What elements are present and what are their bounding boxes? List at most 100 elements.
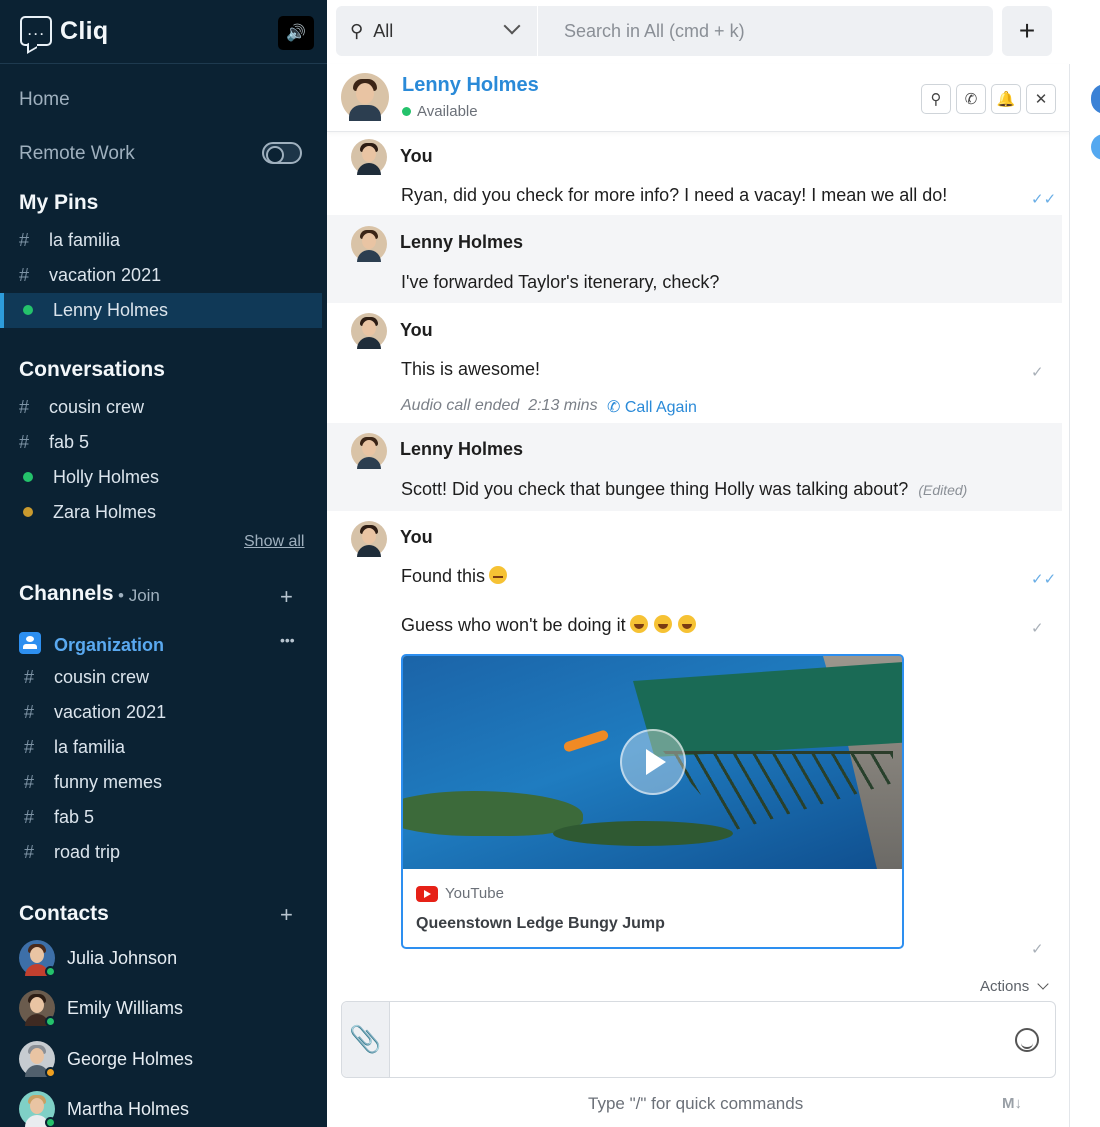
remote-work-toggle[interactable] [262, 142, 302, 164]
hash-icon: # [19, 230, 30, 250]
contact-george-holmes[interactable]: George Holmes [19, 1041, 193, 1078]
contact-emily-williams[interactable]: Emily Williams [19, 990, 183, 1027]
pin-vacation-2021[interactable]: # vacation 2021 [19, 265, 161, 286]
online-status-dot [23, 472, 33, 483]
channel-fab-5[interactable]: # fab 5 [24, 807, 94, 828]
hash-icon: # [24, 667, 35, 687]
contact-julia-johnson[interactable]: Julia Johnson [19, 940, 177, 977]
call-icon[interactable]: ✆ [956, 84, 986, 114]
hash-icon: # [19, 432, 30, 452]
chevron-down-icon [1037, 978, 1050, 990]
channel-cousin-crew[interactable]: # cousin crew [24, 667, 149, 688]
message-text[interactable]: Guess who won't be doing it [401, 615, 696, 636]
chat-panel: Lenny Holmes Available ⚲ ✆ 🔔 ✕ You Ryan,… [327, 64, 1070, 1127]
search-scope-dropdown[interactable]: ⚲ All [336, 6, 537, 56]
pin-lenny-holmes[interactable]: Lenny Holmes [19, 300, 168, 321]
phone-icon: ✆ [607, 399, 621, 416]
search-in-chat-icon[interactable]: ⚲ [921, 84, 951, 114]
avatar [351, 313, 387, 349]
sidebar-item-home[interactable]: Home [19, 89, 70, 111]
call-again-button[interactable]: ✆ Call Again [607, 397, 697, 417]
hash-icon: # [24, 737, 35, 757]
message-text[interactable]: I've forwarded Taylor's itenerary, check… [401, 272, 719, 293]
conversation-holly-holmes[interactable]: Holly Holmes [19, 467, 159, 488]
neutral-face-emoji-icon [489, 566, 508, 584]
channel-road-trip[interactable]: # road trip [24, 842, 120, 863]
close-icon[interactable]: ✕ [1026, 84, 1056, 114]
section-contacts: Contacts [19, 902, 109, 925]
organization-item[interactable]: Organization [19, 632, 164, 656]
sent-receipt-icon: ✓ [1031, 941, 1044, 958]
conversation-cousin-crew[interactable]: # cousin crew [19, 397, 144, 418]
chevron-down-icon [503, 17, 521, 35]
hash-icon: # [24, 807, 35, 827]
speaker-icon[interactable]: 🔊 [278, 16, 314, 50]
app-logo[interactable]: ··· Cliq [20, 16, 108, 46]
message-author: You [400, 146, 433, 166]
read-receipt-icon: ✓✓ [1031, 571, 1057, 588]
sidebar: ··· Cliq 🔊 Home Remote Work My Pins # la … [0, 0, 327, 1127]
away-status-dot [23, 507, 33, 518]
laughing-emoji-icon [629, 615, 648, 633]
message-text[interactable]: Scott! Did you check that bungee thing H… [401, 479, 967, 500]
avatar [351, 521, 387, 557]
side-panel-edge [1070, 64, 1100, 1127]
section-channels: Channels [19, 582, 114, 605]
avatar [19, 1091, 56, 1127]
section-conversations: Conversations [19, 358, 165, 381]
channel-la-familia[interactable]: # la familia [24, 737, 125, 758]
online-status-dot [45, 1016, 56, 1027]
online-status-dot [45, 1117, 56, 1127]
link-title[interactable]: Queenstown Ledge Bungy Jump [416, 915, 665, 933]
channel-vacation-2021[interactable]: # vacation 2021 [24, 702, 166, 723]
hash-icon: # [24, 772, 35, 792]
join-channel-link[interactable]: • Join [118, 586, 160, 606]
pin-la-familia[interactable]: # la familia [19, 230, 120, 251]
message-composer[interactable]: 📎 [341, 1001, 1056, 1078]
laughing-emoji-icon [677, 615, 696, 633]
channel-funny-memes[interactable]: # funny memes [24, 772, 162, 793]
message-author: You [400, 527, 433, 547]
emoji-picker-icon[interactable] [1015, 1028, 1039, 1052]
organization-icon [19, 632, 41, 654]
add-channel-button[interactable]: + [280, 584, 293, 610]
avatar [19, 990, 56, 1027]
actions-dropdown[interactable]: Actions [980, 978, 1050, 995]
link-source: YouTube [416, 885, 504, 902]
markdown-icon[interactable]: M↓ [1002, 1095, 1022, 1112]
laughing-emoji-icon [653, 615, 672, 633]
avatar [351, 139, 387, 175]
search-icon: ⚲ [350, 20, 364, 41]
conversation-fab-5[interactable]: # fab 5 [19, 432, 89, 453]
message-text[interactable]: Ryan, did you check for more info? I nee… [401, 185, 947, 206]
hash-icon: # [24, 702, 35, 722]
chat-header: Lenny Holmes Available ⚲ ✆ 🔔 ✕ [327, 64, 1070, 132]
contact-status: Available [402, 103, 478, 120]
new-item-button[interactable]: + [1002, 6, 1052, 56]
video-link-card[interactable]: YouTube Queenstown Ledge Bungy Jump [401, 654, 904, 949]
message-author: Lenny Holmes [400, 439, 524, 459]
youtube-icon [416, 885, 438, 902]
contact-martha-holmes[interactable]: Martha Holmes [19, 1091, 189, 1127]
play-icon[interactable] [620, 729, 686, 795]
hash-icon: # [19, 397, 30, 417]
search-input[interactable]: Search in All (cmd + k) [538, 6, 993, 56]
away-status-dot [45, 1067, 56, 1078]
hash-icon: # [19, 265, 30, 285]
show-all-link[interactable]: Show all [244, 533, 304, 551]
top-search-bar: ⚲ All Search in All (cmd + k) + [327, 0, 1100, 64]
app-name: Cliq [60, 16, 109, 45]
video-thumbnail [403, 656, 902, 869]
read-receipt-icon: ✓✓ [1031, 191, 1057, 208]
message-text[interactable]: Found this [401, 566, 508, 587]
more-options-icon[interactable]: ••• [280, 632, 295, 648]
sidebar-header: ··· Cliq 🔊 [0, 0, 327, 64]
paperclip-icon[interactable]: 📎 [342, 1002, 390, 1077]
online-status-dot [23, 305, 33, 316]
bell-icon[interactable]: 🔔 [991, 84, 1021, 114]
add-contact-button[interactable]: + [280, 902, 293, 928]
conversation-zara-holmes[interactable]: Zara Holmes [19, 502, 156, 523]
message-text[interactable]: This is awesome! [401, 359, 540, 380]
sidebar-item-remote-work[interactable]: Remote Work [19, 143, 135, 165]
contact-name[interactable]: Lenny Holmes [402, 74, 539, 97]
